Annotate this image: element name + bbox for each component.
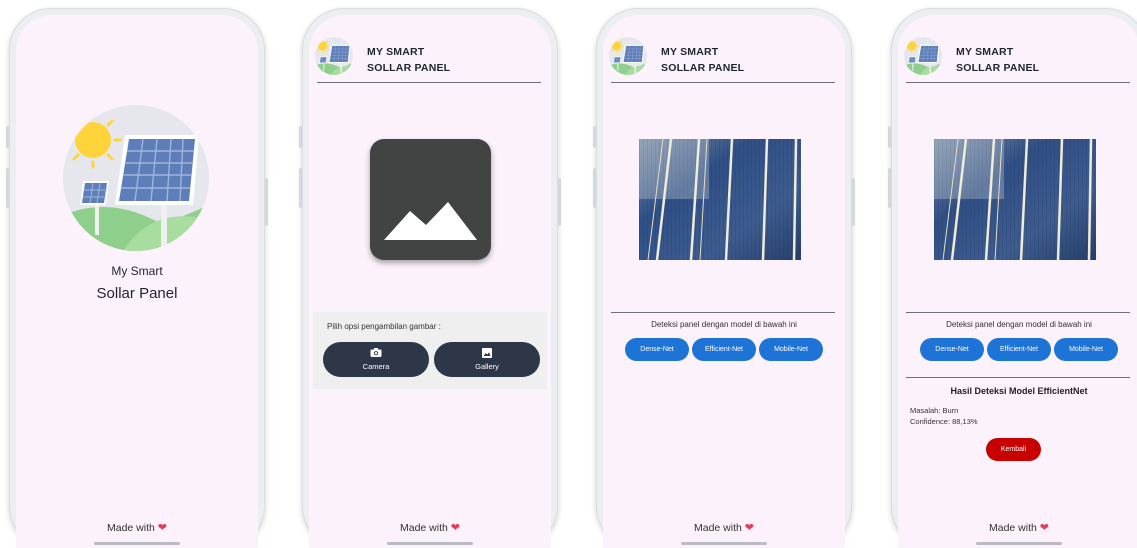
made-with-footer: Made with ❤: [898, 521, 1137, 534]
home-indicator[interactable]: [94, 542, 180, 545]
result-divider: [906, 377, 1130, 378]
image-placeholder-icon: [370, 139, 491, 260]
app-logo-icon: [609, 37, 647, 75]
result-title: Hasil Deteksi Model EfficientNet: [950, 386, 1088, 396]
app-title-line2: SOLLAR PANEL: [367, 62, 451, 74]
made-with-text: Made with: [107, 522, 155, 534]
home-indicator[interactable]: [976, 542, 1062, 545]
splash-title-line1: My Smart: [111, 264, 163, 278]
app-title-line2: SOLLAR PANEL: [956, 62, 1040, 74]
phone-splash: My Smart Sollar Panel Made with ❤: [6, 8, 268, 548]
solar-panel-logo-icon: [63, 105, 209, 251]
made-with-footer: Made with ❤: [603, 521, 845, 534]
app-header: MY SMART SOLLAR PANEL: [904, 37, 1130, 84]
solar-panel-photo: [639, 139, 801, 260]
heart-icon: ❤: [744, 522, 754, 534]
back-button[interactable]: Kembali: [986, 438, 1041, 461]
home-indicator[interactable]: [387, 542, 473, 545]
app-header: MY SMART SOLLAR PANEL: [315, 37, 541, 84]
camera-label: Camera: [362, 362, 390, 371]
efficientnet-button[interactable]: Efficient-Net: [987, 338, 1051, 361]
solar-panel-photo: [934, 139, 1096, 260]
mobilenet-button[interactable]: Mobile-Net: [1054, 338, 1118, 361]
camera-button[interactable]: Camera: [323, 342, 429, 377]
app-logo-icon: [904, 37, 942, 75]
result-screen: MY SMART SOLLAR PANEL Deteksi panel deng…: [898, 15, 1137, 548]
gallery-label: Gallery: [475, 362, 499, 371]
gallery-button[interactable]: Gallery: [434, 342, 540, 377]
splash-screen: My Smart Sollar Panel Made with ❤: [16, 15, 258, 548]
header-divider: [611, 82, 835, 83]
phone-result: MY SMART SOLLAR PANEL Deteksi panel deng…: [888, 8, 1137, 548]
home-indicator[interactable]: [681, 542, 767, 545]
source-prompt: Pilih opsi pengambilan gambar :: [327, 322, 441, 331]
image-source-panel: Pilih opsi pengambilan gambar : Camera G…: [313, 312, 547, 389]
app-title-line2: SOLLAR PANEL: [661, 62, 745, 74]
heart-icon: ❤: [157, 522, 167, 534]
detection-prompt: Deteksi panel dengan model di bawah ini: [651, 320, 797, 329]
made-with-footer: Made with ❤: [16, 521, 258, 534]
app-logo-icon: [315, 37, 353, 75]
app-title-line1: MY SMART: [367, 46, 425, 58]
app-title-line1: MY SMART: [661, 46, 719, 58]
app-header: MY SMART SOLLAR PANEL: [609, 37, 835, 84]
picker-screen: MY SMART SOLLAR PANEL Pilih opsi pengamb…: [309, 15, 551, 548]
app-title-line1: MY SMART: [956, 46, 1014, 58]
mobilenet-button[interactable]: Mobile-Net: [759, 338, 823, 361]
phone-picker: MY SMART SOLLAR PANEL Pilih opsi pengamb…: [299, 8, 561, 548]
heart-icon: ❤: [450, 522, 460, 534]
model-divider: [611, 312, 835, 313]
header-divider: [317, 82, 541, 83]
phone-model-select: MY SMART SOLLAR PANEL Deteksi panel deng…: [593, 8, 855, 548]
densenet-button[interactable]: Dense-Net: [625, 338, 689, 361]
detection-prompt: Deteksi panel dengan model di bawah ini: [946, 320, 1092, 329]
made-with-text: Made with: [400, 522, 448, 534]
made-with-text: Made with: [989, 522, 1037, 534]
model-divider: [906, 312, 1130, 313]
made-with-footer: Made with ❤: [309, 521, 551, 534]
model-select-screen: MY SMART SOLLAR PANEL Deteksi panel deng…: [603, 15, 845, 548]
result-problem: Masalah: Burn: [910, 406, 959, 415]
camera-icon: [370, 348, 382, 359]
header-divider: [906, 82, 1130, 83]
result-confidence: Confidence: 88,13%: [910, 417, 978, 426]
gallery-icon: [482, 348, 492, 360]
made-with-text: Made with: [694, 522, 742, 534]
splash-title-line2: Sollar Panel: [96, 285, 178, 302]
densenet-button[interactable]: Dense-Net: [920, 338, 984, 361]
heart-icon: ❤: [1039, 522, 1049, 534]
efficientnet-button[interactable]: Efficient-Net: [692, 338, 756, 361]
